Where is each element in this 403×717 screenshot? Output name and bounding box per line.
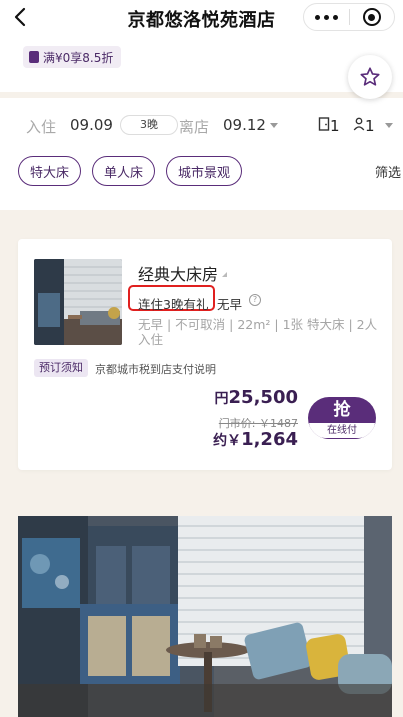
filter-chips: 特大床 单人床 城市景观 筛选: [18, 156, 403, 186]
info-icon[interactable]: ?: [249, 294, 261, 306]
room-icon: [318, 117, 330, 131]
breakfast-label: 无早: [217, 297, 243, 312]
room-thumbnail[interactable]: [34, 259, 122, 345]
checkout-date[interactable]: 09.12: [223, 116, 266, 134]
guest-caret-icon: [385, 123, 393, 128]
room-thumbnail-image: [34, 259, 122, 345]
nights-badge: 3晚: [120, 115, 178, 135]
corner-caret-icon: [222, 272, 227, 277]
price: 円25,500: [215, 387, 298, 408]
pay-online-label: 在线付: [308, 422, 376, 439]
checkout-label: 离店: [179, 118, 210, 136]
room-photo-image: [18, 516, 392, 717]
price-value: 25,500: [228, 387, 298, 408]
discount-tag-label: 满¥0享8.5折: [43, 50, 114, 65]
room-name[interactable]: 经典大床房: [138, 261, 218, 285]
star-icon: [360, 67, 380, 86]
record-button[interactable]: [350, 8, 394, 26]
checkin-date[interactable]: 09.09: [70, 116, 113, 134]
approx-price: 约￥1,264: [213, 429, 298, 450]
price-currency: 円: [214, 391, 229, 407]
filter-label: 筛选: [375, 165, 402, 181]
promo-area: 满¥0享8.5折: [0, 36, 403, 92]
room-count-value: 1: [330, 117, 340, 135]
date-filter-card: 入住 09.09 3晚 离店 09.12 1 1 特大床 单人床 城市景观 筛选: [0, 98, 403, 210]
room-count[interactable]: 1: [318, 116, 340, 135]
guest-count-value: 1: [365, 117, 375, 135]
favorite-button[interactable]: [348, 55, 392, 99]
date-caret-icon: [270, 123, 278, 128]
date-selector[interactable]: 入住 09.09 3晚 离店 09.12 1 1: [24, 115, 394, 137]
booking-notice-badge[interactable]: 预订须知: [34, 359, 88, 377]
checkin-label: 入住: [26, 118, 57, 136]
booking-notice-text[interactable]: 京都城市税到店支付说明: [95, 361, 216, 377]
guest-count[interactable]: 1: [353, 116, 375, 135]
filter-button[interactable]: 筛选: [365, 156, 403, 186]
book-button[interactable]: 抢 在线付: [308, 397, 376, 439]
room-details: 无早 | 不可取消 | 22m² | 1张 特大床 | 2人入住: [138, 317, 378, 347]
stay-promo-label: 连住3晚有礼: [138, 297, 209, 312]
room-card[interactable]: 经典大床房 连住3晚有礼 无早 ? 无早 | 不可取消 | 22m² | 1张 …: [18, 239, 392, 470]
approx-prefix: 约￥: [213, 433, 242, 449]
approx-value: 1,264: [241, 429, 298, 450]
discount-tag[interactable]: 满¥0享8.5折: [23, 46, 122, 68]
chip-city-view[interactable]: 城市景观: [166, 156, 242, 186]
mini-program-capsule: [303, 3, 395, 31]
person-icon: [353, 117, 365, 131]
room-photo[interactable]: [18, 516, 392, 717]
chip-single-bed[interactable]: 单人床: [92, 156, 155, 186]
top-bar: 京都悠洛悦苑酒店: [0, 0, 403, 36]
tag-icon: [29, 51, 39, 63]
record-icon: [362, 8, 381, 26]
more-icon[interactable]: [304, 14, 349, 20]
chip-king-bed[interactable]: 特大床: [18, 156, 81, 186]
book-button-label: 抢: [333, 400, 351, 420]
